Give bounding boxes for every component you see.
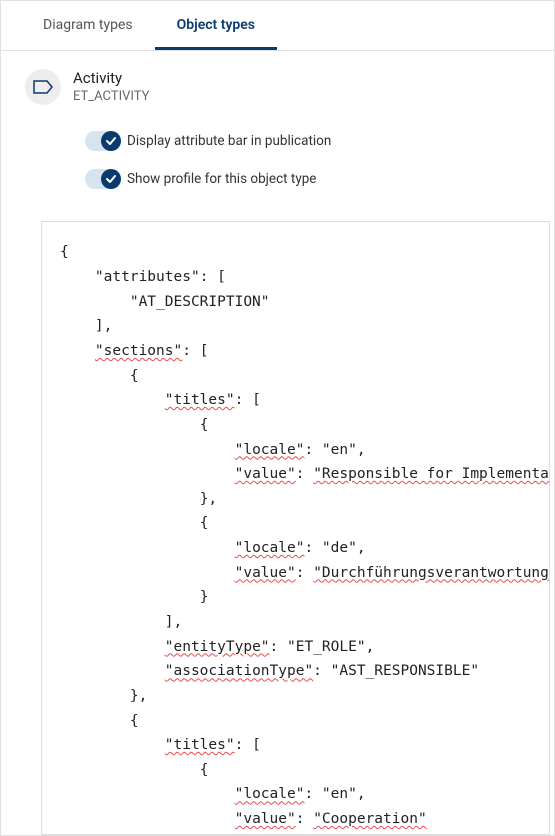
check-icon	[101, 131, 121, 151]
json-editor[interactable]: { "attributes": [ "AT_DESCRIPTION" ], "s…	[41, 221, 550, 835]
object-title: Activity	[73, 69, 149, 89]
object-title-block: Activity ET_ACTIVITY	[73, 69, 149, 105]
activity-icon	[25, 69, 61, 105]
tab-diagram-types[interactable]: Diagram types	[21, 1, 155, 50]
toggle-profile[interactable]	[85, 169, 121, 189]
tab-object-types[interactable]: Object types	[155, 1, 277, 50]
toggle-row-attribute-bar: Display attribute bar in publication	[85, 131, 530, 151]
toggle-attribute-bar[interactable]	[85, 131, 121, 151]
object-type-code: ET_ACTIVITY	[73, 89, 149, 106]
toggle-row-profile: Show profile for this object type	[85, 169, 530, 189]
toggle-area: Display attribute bar in publication Sho…	[1, 113, 554, 197]
panel: Diagram types Object types Activity ET_A…	[0, 0, 555, 836]
toggle-label-attribute-bar: Display attribute bar in publication	[127, 133, 331, 149]
toggle-label-profile: Show profile for this object type	[127, 171, 316, 187]
object-header: Activity ET_ACTIVITY	[1, 51, 554, 113]
tabs: Diagram types Object types	[1, 1, 554, 51]
check-icon	[101, 169, 121, 189]
